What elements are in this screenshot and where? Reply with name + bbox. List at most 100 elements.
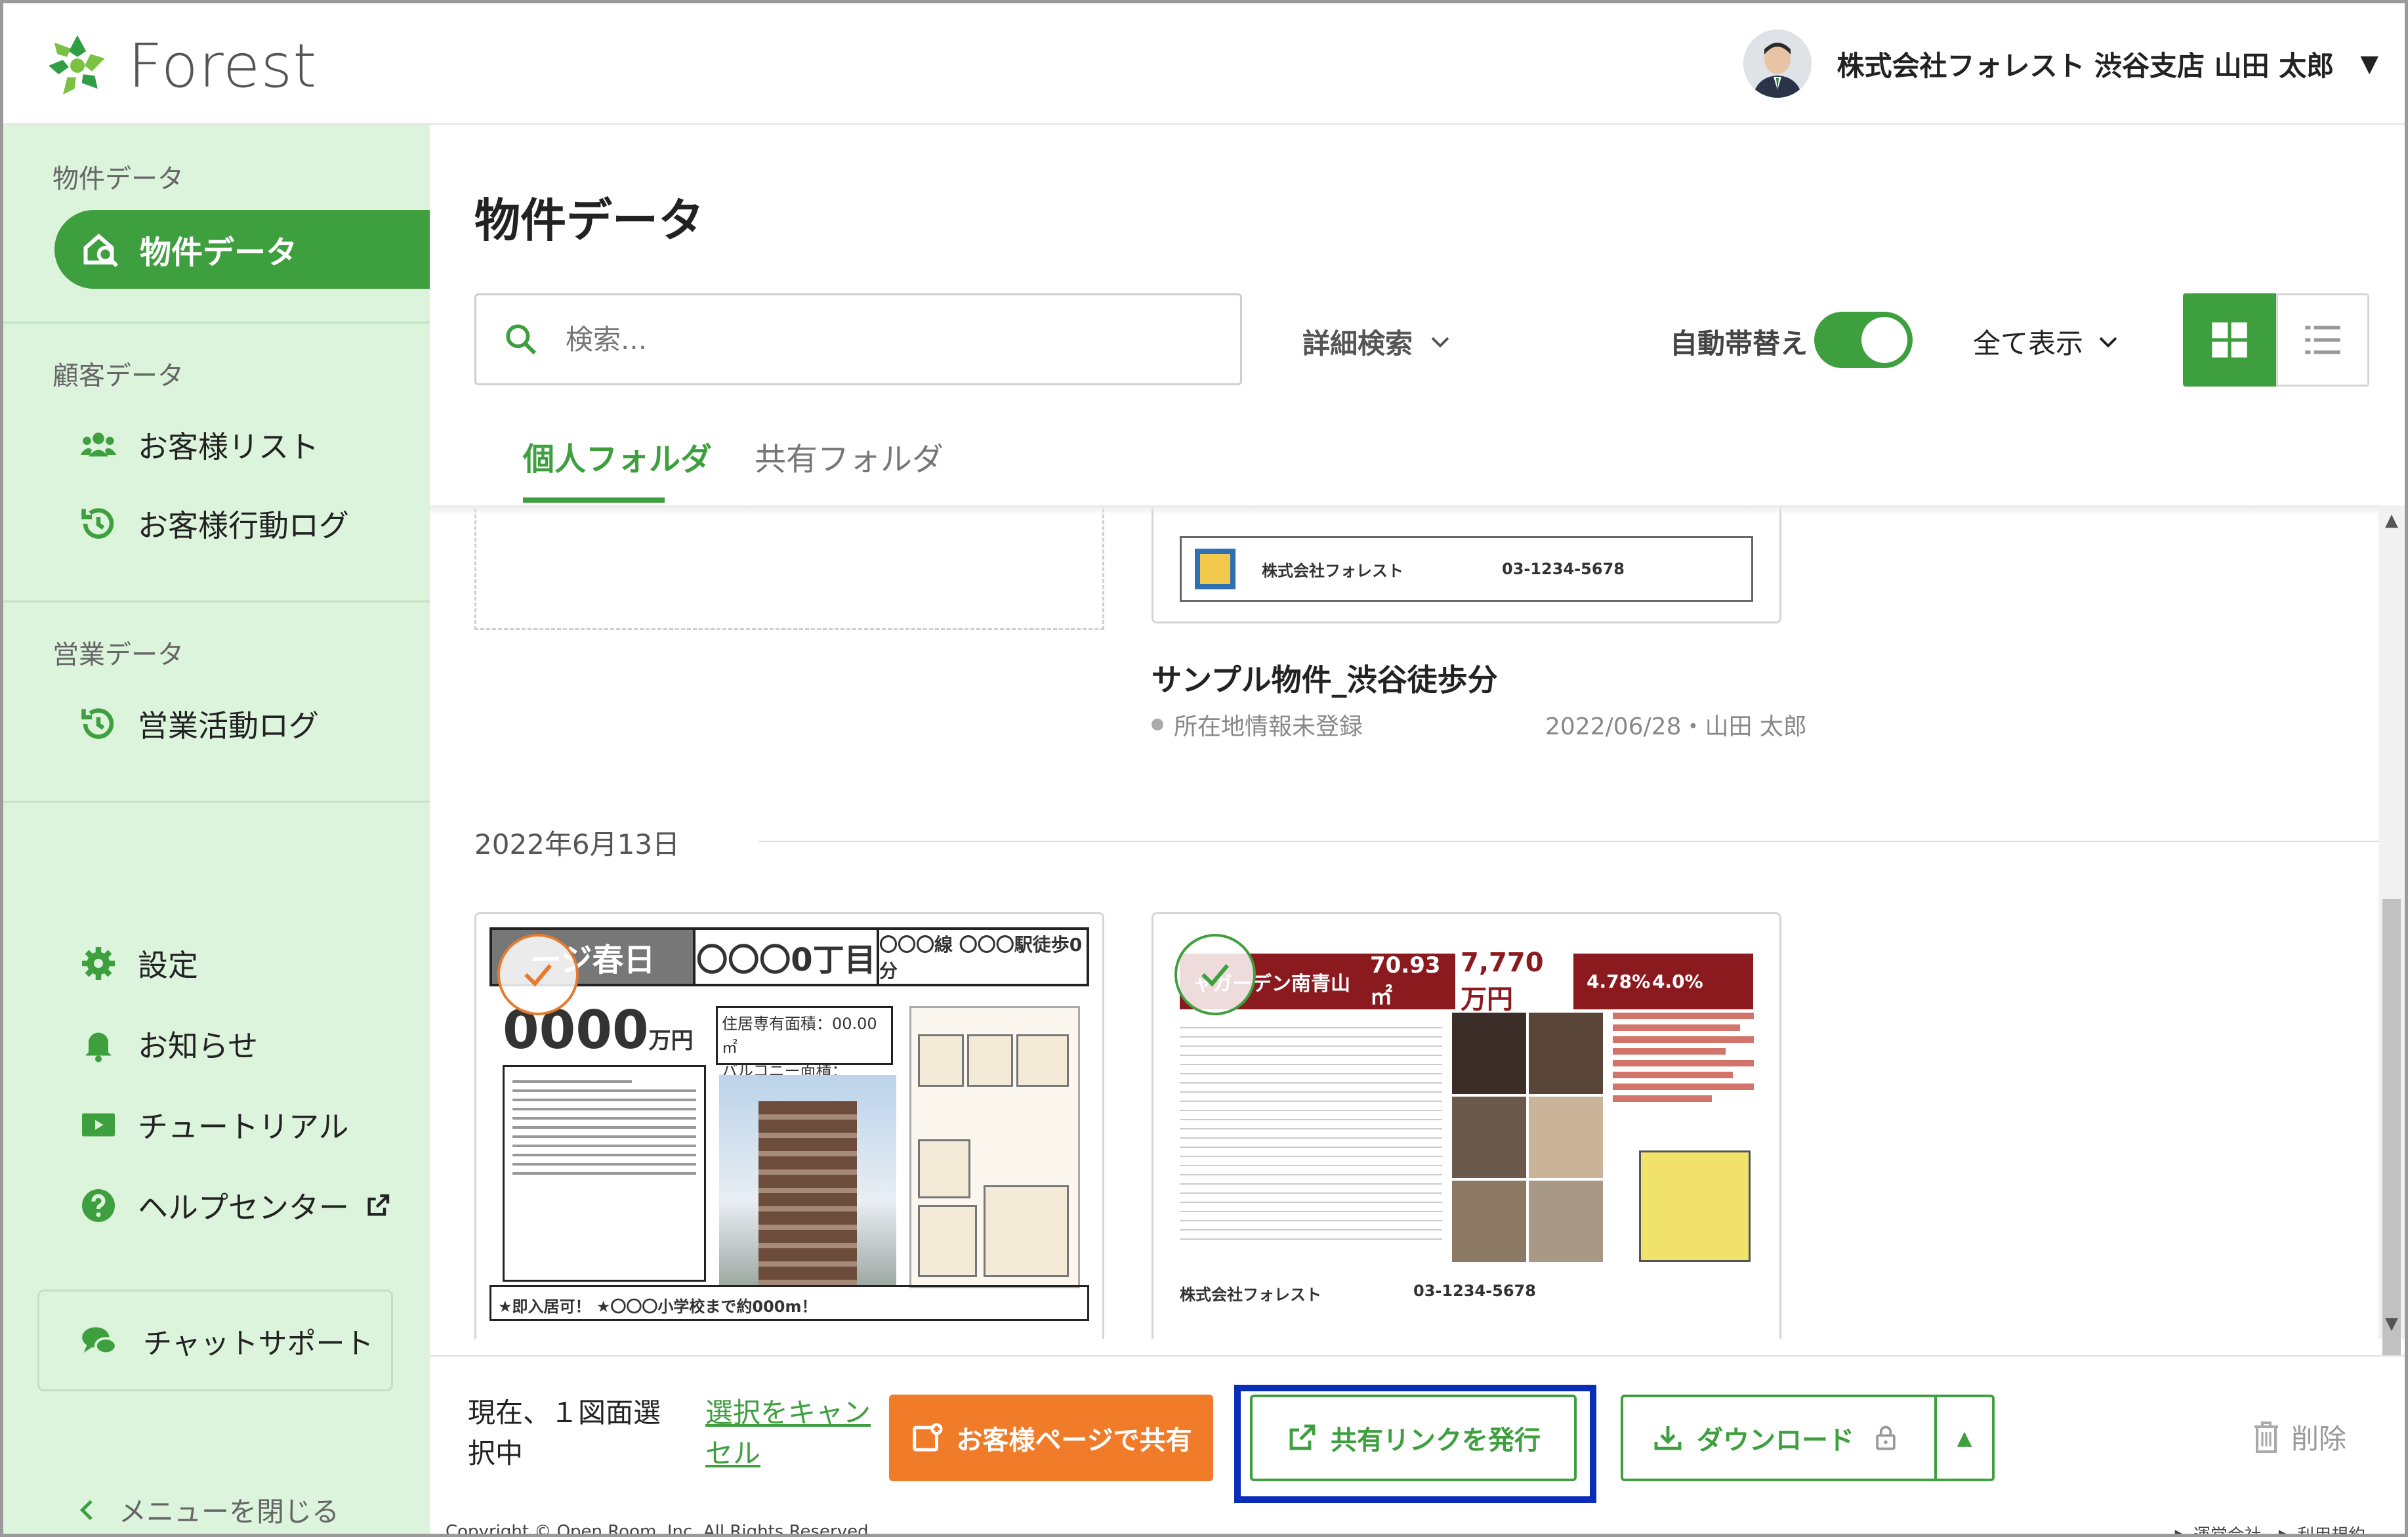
scroll-up-arrow-icon[interactable]: ▲ [2385, 511, 2398, 530]
history-icon [81, 508, 114, 539]
sidebar-item-label: 物件データ [140, 234, 298, 271]
chevron-left-icon [79, 1500, 93, 1520]
flyer-overview-box [503, 1065, 706, 1282]
video-icon [82, 1113, 115, 1137]
share-customer-page-button[interactable]: お客様ページで共有 [889, 1395, 1213, 1481]
lock-icon [1876, 1425, 1896, 1450]
sidebar-item-label: 営業活動ログ [138, 708, 319, 744]
flyer-phone: 03-1234-5678 [1502, 560, 1625, 578]
tab-shared-folder[interactable]: 共有フォルダ [755, 433, 944, 479]
list-icon [2305, 326, 2340, 354]
sidebar-item-property-data[interactable]: 物件データ [54, 210, 430, 289]
share-customer-label: お客様ページで共有 [956, 1425, 1192, 1456]
scroll-down-arrow-icon[interactable]: ▼ [2385, 1314, 2398, 1334]
app-window: Forest 株式会社フォレスト 渋谷支店 山田 太郎 ▼ 物件データ 物件デー… [0, 0, 2408, 1537]
property-card-title[interactable]: サンプル物件_渋谷徒歩分 [1152, 656, 1498, 700]
sidebar-item-tutorial[interactable]: チュートリアル [79, 1103, 349, 1147]
trash-icon [2254, 1421, 2278, 1453]
footer-links[interactable]: ▶ 運営会社 ▶ 利用規約 [2174, 1522, 2365, 1534]
external-link-icon [367, 1194, 390, 1216]
location-status: 所在地情報未登録 [1174, 713, 1363, 740]
scrollbar-thumb[interactable] [2382, 899, 2401, 1358]
floor-plan [1639, 1150, 1751, 1262]
issue-link-label: 共有リンクを発行 [1331, 1425, 1541, 1456]
flyer-header-cell: 〇〇〇0丁目 [695, 930, 879, 984]
top-header: Forest 株式会社フォレスト 渋谷支店 山田 太郎 ▼ [3, 3, 2405, 125]
vertical-scrollbar[interactable]: ▲ ▼ [2378, 505, 2405, 1358]
building-photo [719, 1075, 896, 1285]
sidebar-item-help-center[interactable]: ヘルプセンター [79, 1184, 411, 1227]
download-options-toggle[interactable]: ▲ [1937, 1427, 1992, 1450]
sidebar-section-property: 物件データ [52, 164, 184, 194]
search-input[interactable] [566, 323, 1156, 356]
chevron-down-icon [2099, 337, 2117, 348]
auto-toggle-label: 自動帯替え [1670, 327, 1808, 360]
cancel-selection-link[interactable]: 選択をキャンセル [705, 1393, 889, 1474]
user-name: 株式会社フォレスト 渋谷支店 山田 太郎 [1837, 49, 2335, 82]
chat-icon [82, 1326, 117, 1355]
selected-check-icon[interactable] [497, 934, 579, 1015]
sidebar-item-customer-log[interactable]: お客様行動ログ [79, 502, 349, 545]
user-dropdown-caret[interactable]: ▼ [2360, 51, 2378, 77]
delete-button[interactable]: 削除 [2251, 1417, 2346, 1457]
house-search-icon [83, 234, 119, 268]
date-group-heading: 2022年6月13日 [474, 828, 680, 860]
show-all-dropdown[interactable]: 全て表示 [1973, 322, 2120, 362]
bell-icon [85, 1032, 112, 1063]
flyer-yield: 4.78% [1587, 971, 1651, 992]
flyer-header: ャガーデン南青山 70.93㎡ 7,770万円 4.78% 4.0% [1180, 944, 1753, 1019]
sidebar-item-label: 設定 [138, 948, 198, 983]
sidebar-item-label: ヘルプセンター [138, 1190, 349, 1225]
page-title: 物件データ [474, 194, 704, 247]
selection-status: 現在、１図面選択中 [468, 1397, 661, 1469]
date-divider [759, 841, 2378, 842]
avatar [1743, 30, 1812, 98]
content-scroll-area: 株式会社フォレスト 03-1234-5678 サンプル物件_渋谷徒歩分 所在地情… [430, 505, 2378, 1339]
user-menu[interactable]: 株式会社フォレスト 渋谷支店 山田 太郎 ▼ [1743, 30, 2378, 98]
chevron-down-icon [1431, 337, 1449, 348]
flyer-price: 7,770万円 [1455, 944, 1573, 1019]
flyer-details-table [1180, 1019, 1442, 1262]
download-label: ダウンロード [1697, 1425, 1854, 1456]
forest-logo[interactable]: Forest [41, 30, 317, 102]
auto-band-toggle[interactable] [1814, 312, 1913, 368]
empty-drop-card [474, 505, 1104, 630]
sidebar-divider [3, 801, 430, 803]
sidebar-item-customer-list[interactable]: お客様リスト [79, 423, 319, 467]
toolbar-shadow [430, 505, 2378, 515]
flyer-yield-net: 4.0% [1652, 971, 1703, 992]
sidebar-item-label: チュートリアル [138, 1109, 349, 1145]
sidebar-item-settings[interactable]: 設定 [79, 942, 198, 985]
sidebar-divider [3, 322, 430, 324]
sidebar-divider [3, 600, 430, 602]
advanced-search-dropdown[interactable]: 詳細検索 [1302, 322, 1452, 362]
share-page-icon [913, 1423, 943, 1452]
property-card-thumbnail[interactable]: 株式会社フォレスト 03-1234-5678 [1152, 505, 1781, 623]
flyer-area: 70.93㎡ [1370, 952, 1441, 1010]
sidebar-item-sales-log[interactable]: 営業活動ログ [79, 702, 319, 746]
forest-logo-icon [49, 35, 105, 95]
chat-support-button[interactable]: チャットサポート [37, 1290, 393, 1391]
sidebar-item-label: お知らせ [138, 1028, 259, 1064]
tab-personal-folder[interactable]: 個人フォルダ [523, 433, 712, 479]
flyer-header: ージ春日 〇〇〇0丁目 〇〇〇線 〇〇〇駅徒歩0分 [489, 927, 1089, 986]
main-panel: 物件データ 詳細検索 自動帯替え 全て表示 個人フォルダ 共有フォルダ [430, 125, 2405, 1534]
close-menu-button[interactable]: メニューを閉じる [75, 1490, 339, 1530]
grid-icon [2212, 322, 2247, 358]
download-button[interactable]: ダウンロード [1623, 1397, 1937, 1479]
close-menu-label: メニューを閉じる [119, 1496, 340, 1528]
list-view-button[interactable] [2276, 293, 2369, 387]
sidebar-item-label: お客様行動ログ [138, 508, 349, 543]
property-card-location: 所在地情報未登録 [1152, 707, 1363, 742]
search-box[interactable] [474, 293, 1242, 385]
selected-check-icon[interactable] [1174, 934, 1256, 1015]
selection-action-bar: 現在、１図面選択中 選択をキャンセル お客様ページで共有 共有リンクを発行 ダウ… [430, 1355, 2405, 1506]
flyer-footer: 株式会社フォレスト 03-1234-5678 [1180, 536, 1753, 602]
user-photo-icon [1743, 30, 1812, 98]
issue-share-link-button[interactable]: 共有リンクを発行 [1250, 1395, 1577, 1481]
grid-view-button[interactable] [2183, 293, 2276, 387]
download-button-group: ダウンロード ▲ [1621, 1395, 1995, 1481]
sidebar-item-notifications[interactable]: お知らせ [79, 1022, 258, 1066]
property-flyer-card[interactable]: ージ春日 〇〇〇0丁目 〇〇〇線 〇〇〇駅徒歩0分 0000万円 住居専有面積：… [474, 912, 1104, 1339]
property-flyer-card[interactable]: ャガーデン南青山 70.93㎡ 7,770万円 4.78% 4.0% 株式会社フ… [1152, 912, 1781, 1339]
